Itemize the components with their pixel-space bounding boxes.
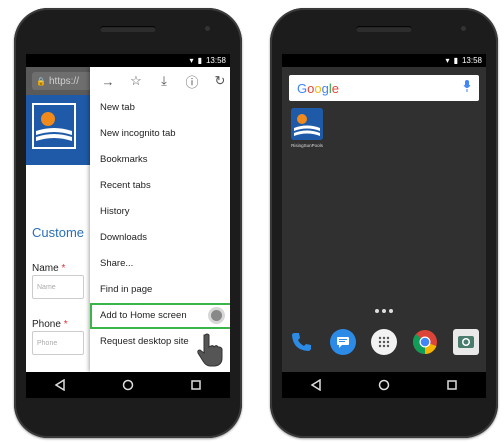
menu-item-new-tab[interactable]: New tab [90,95,230,121]
apps-icon[interactable] [370,329,397,355]
nav-bar [282,372,486,398]
speaker [100,26,156,32]
back-icon[interactable] [307,376,325,394]
tap-indicator [211,310,222,321]
speaker [356,26,412,32]
battery-icon: ▮ [453,56,458,65]
menu-item-downloads[interactable]: Downloads [90,225,230,251]
name-input[interactable]: Name [32,275,84,299]
home-icon[interactable] [375,376,393,394]
menu-item-add-to-home-screen[interactable]: Add to Home screen [90,303,230,329]
menu-item-history[interactable]: History [90,199,230,225]
status-time: 13:58 [461,56,482,65]
left-phone: ▾ ▮ 13:58 🔒 https:// Custome Name * Name… [14,8,242,438]
left-screen: ▾ ▮ 13:58 🔒 https:// Custome Name * Name… [26,54,230,398]
menu-item-find-in-page[interactable]: Find in page [90,277,230,303]
download-icon[interactable]: ⤓ [156,73,172,89]
app-label: RisingSunPools [291,143,323,148]
forward-icon[interactable]: → [100,73,116,89]
menu-item-bookmarks[interactable]: Bookmarks [90,147,230,173]
chrome-overflow-menu: → ☆ ⤓ ⓘ ↻ New tab New incognito tab Book… [90,67,230,372]
google-search-bar[interactable]: Google [289,75,479,101]
page-indicator [375,309,393,313]
google-logo: Google [297,80,339,96]
front-camera [205,26,210,31]
phone-icon[interactable] [289,329,315,355]
menu-icon-row: → ☆ ⤓ ⓘ ↻ [90,67,230,95]
add-to-home-label: Add to Home screen [100,310,187,321]
lock-icon: 🔒 [36,76,46,86]
star-icon[interactable]: ☆ [128,73,144,89]
rising-sun-pools-app-icon[interactable] [291,108,323,140]
mic-icon[interactable] [463,79,471,97]
camera-icon[interactable] [452,329,479,355]
wifi-icon: ▾ [189,56,194,65]
menu-item-new-incognito-tab[interactable]: New incognito tab [90,121,230,147]
url-text: https:// [48,75,79,87]
home-icon[interactable] [119,376,137,394]
menu-item-recent-tabs[interactable]: Recent tabs [90,173,230,199]
hand-pointer-icon [196,332,226,368]
messages-icon[interactable] [330,329,357,355]
nav-bar [26,372,230,398]
phone-label: Phone * [32,319,68,330]
status-bar: ▾ ▮ 13:58 [26,54,230,67]
site-logo [32,103,76,149]
menu-item-share[interactable]: Share... [90,251,230,277]
recents-icon[interactable] [443,376,461,394]
back-icon[interactable] [51,376,69,394]
phone-input[interactable]: Phone [32,331,84,355]
status-time: 13:58 [205,56,226,65]
info-icon[interactable]: ⓘ [184,73,200,90]
name-label: Name * [32,263,66,274]
status-bar: ▾ ▮ 13:58 [282,54,486,67]
front-camera [461,26,466,31]
home-screen: Google RisingSunPools [282,67,486,372]
recents-icon[interactable] [187,376,205,394]
site-heading: Custome [32,225,85,240]
chrome-icon[interactable] [412,329,438,355]
right-screen: ▾ ▮ 13:58 Google RisingSunPools [282,54,486,398]
reload-icon[interactable]: ↻ [212,73,228,89]
url-field[interactable]: 🔒 https:// [32,72,92,90]
right-phone: ▾ ▮ 13:58 Google RisingSunPools [270,8,498,438]
wifi-icon: ▾ [445,56,450,65]
dock [282,324,486,360]
battery-icon: ▮ [197,56,202,65]
